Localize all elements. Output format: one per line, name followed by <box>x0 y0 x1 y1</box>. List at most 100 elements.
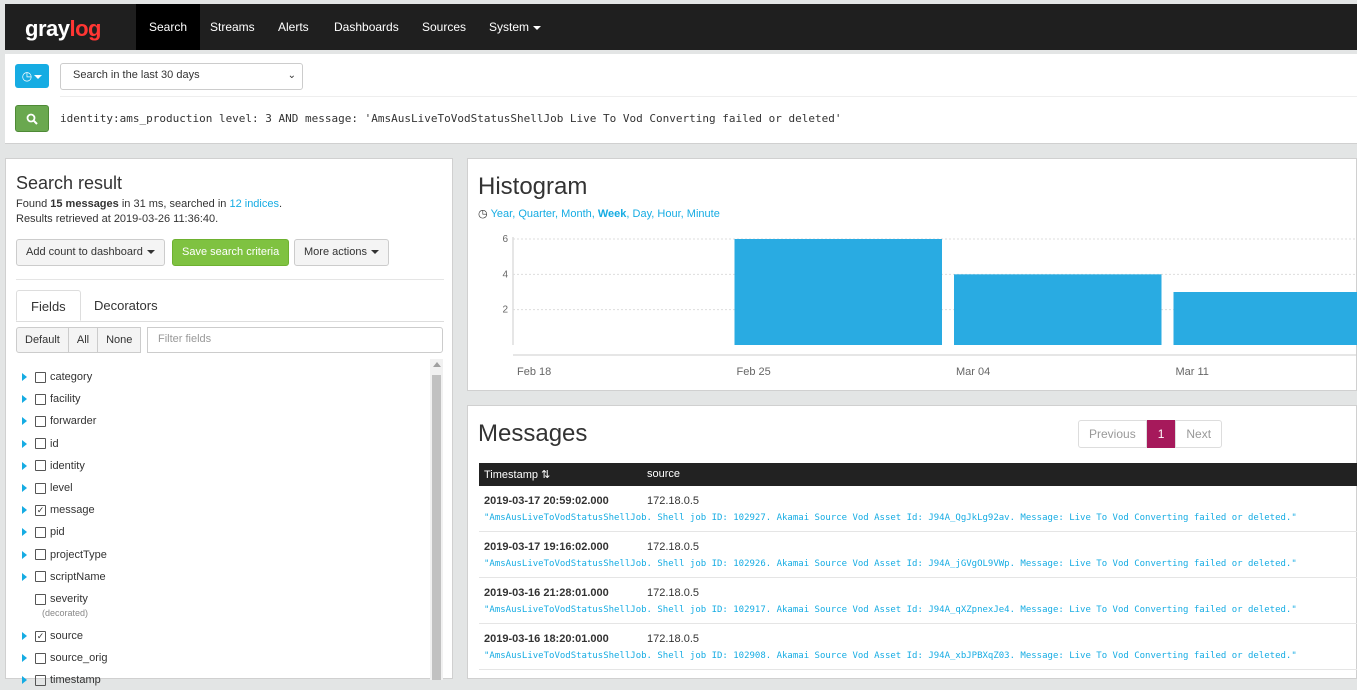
field-item[interactable]: timestamp <box>16 670 101 690</box>
save-search-criteria-button[interactable]: Save search criteria <box>172 239 289 266</box>
field-item[interactable]: severity <box>16 589 88 609</box>
scroll-up-icon[interactable] <box>433 362 441 367</box>
nav-system[interactable]: System <box>476 4 554 50</box>
field-item[interactable]: pid <box>16 522 65 542</box>
tab-decorators[interactable]: Decorators <box>80 290 172 321</box>
expand-triangle-icon[interactable] <box>22 440 27 448</box>
field-name[interactable]: category <box>50 371 92 383</box>
field-item[interactable]: category <box>16 367 92 387</box>
field-checkbox[interactable] <box>35 460 46 471</box>
field-name[interactable]: identity <box>50 460 85 472</box>
expand-triangle-icon[interactable] <box>22 654 27 662</box>
field-checkbox[interactable] <box>35 438 46 449</box>
field-checkbox[interactable]: ✓ <box>35 505 46 516</box>
message-body[interactable]: "AmsAusLiveToVodStatusShellJob. Shell jo… <box>484 605 1297 615</box>
nav-alerts[interactable]: Alerts <box>265 4 322 50</box>
resolution-day[interactable]: Day <box>633 208 652 220</box>
field-item[interactable]: ✓ message <box>16 500 95 520</box>
field-name[interactable]: facility <box>50 393 81 405</box>
field-checkbox[interactable] <box>35 483 46 494</box>
field-checkbox[interactable] <box>35 416 46 427</box>
pagination-next[interactable]: Next <box>1175 420 1222 448</box>
message-body[interactable]: "AmsAusLiveToVodStatusShellJob. Shell jo… <box>484 559 1297 569</box>
expand-triangle-icon[interactable] <box>22 632 27 640</box>
field-checkbox[interactable] <box>35 594 46 605</box>
table-row[interactable]: 2019-03-17 20:59:02.000172.18.0.5"AmsAus… <box>479 486 1357 532</box>
field-name[interactable]: timestamp <box>50 674 101 686</box>
field-name[interactable]: projectType <box>50 549 107 561</box>
add-count-to-dashboard-button[interactable]: Add count to dashboard <box>16 239 165 266</box>
search-submit-button[interactable] <box>15 105 49 132</box>
column-timestamp[interactable]: Timestamp ⇅ <box>484 468 550 481</box>
field-item[interactable]: identity <box>16 456 85 476</box>
scrollbar-thumb[interactable] <box>432 375 441 680</box>
field-checkbox[interactable] <box>35 549 46 560</box>
field-name[interactable]: source <box>50 630 83 642</box>
field-checkbox[interactable]: ✓ <box>35 631 46 642</box>
nav-search[interactable]: Search <box>136 4 200 50</box>
table-row[interactable]: 2019-03-17 19:16:02.000172.18.0.5"AmsAus… <box>479 532 1357 578</box>
field-item[interactable]: facility <box>16 389 81 409</box>
expand-triangle-icon[interactable] <box>22 551 27 559</box>
table-row[interactable]: 2019-03-16 21:28:01.000172.18.0.5"AmsAus… <box>479 578 1357 624</box>
pagination-page[interactable]: 1 <box>1147 420 1176 448</box>
expand-triangle-icon[interactable] <box>22 506 27 514</box>
field-name[interactable]: message <box>50 504 95 516</box>
nav-dashboards[interactable]: Dashboards <box>321 4 412 50</box>
graylog-logo[interactable]: graylog <box>25 16 101 42</box>
field-name[interactable]: source_orig <box>50 652 107 664</box>
field-checkbox[interactable] <box>35 527 46 538</box>
resolution-month[interactable]: Month <box>561 208 592 220</box>
expand-triangle-icon[interactable] <box>22 373 27 381</box>
expand-triangle-icon[interactable] <box>22 395 27 403</box>
resolution-quarter[interactable]: Quarter <box>518 208 555 220</box>
search-query-input[interactable]: identity:ams_production level: 3 AND mes… <box>60 112 841 125</box>
field-checkbox[interactable] <box>35 571 46 582</box>
message-body[interactable]: "AmsAusLiveToVodStatusShellJob. Shell jo… <box>484 651 1297 661</box>
field-item[interactable]: forwarder <box>16 411 96 431</box>
sort-icon[interactable]: ⇅ <box>541 469 550 481</box>
field-item[interactable]: source_orig <box>16 648 107 668</box>
field-list-scrollbar[interactable] <box>430 359 443 680</box>
field-item[interactable]: scriptName <box>16 567 106 587</box>
field-name[interactable]: id <box>50 438 59 450</box>
field-checkbox[interactable] <box>35 675 46 686</box>
indices-link[interactable]: 12 indices <box>229 198 279 210</box>
filter-default-button[interactable]: Default <box>17 328 69 352</box>
expand-triangle-icon[interactable] <box>22 484 27 492</box>
message-body[interactable]: "AmsAusLiveToVodStatusShellJob. Shell jo… <box>484 513 1297 523</box>
resolution-hour[interactable]: Hour <box>657 208 680 220</box>
time-range-select[interactable]: Search in the last 30 days⌄ <box>60 63 303 90</box>
column-source[interactable]: source <box>647 468 680 480</box>
resolution-minute[interactable]: Minute <box>687 208 720 220</box>
field-item[interactable]: projectType <box>16 545 107 565</box>
expand-triangle-icon[interactable] <box>22 676 27 684</box>
field-name[interactable]: forwarder <box>50 415 96 427</box>
resolution-week[interactable]: Week <box>598 208 627 220</box>
tab-fields[interactable]: Fields <box>16 290 81 321</box>
filter-all-button[interactable]: All <box>69 328 98 352</box>
field-item[interactable]: ✓ source <box>16 626 83 646</box>
table-row[interactable]: 2019-03-16 18:20:01.000172.18.0.5"AmsAus… <box>479 624 1357 670</box>
field-name[interactable]: scriptName <box>50 571 106 583</box>
expand-triangle-icon[interactable] <box>22 462 27 470</box>
more-actions-button[interactable]: More actions <box>294 239 389 266</box>
field-checkbox[interactable] <box>35 372 46 383</box>
field-item[interactable]: level <box>16 478 73 498</box>
expand-triangle-icon[interactable] <box>22 528 27 536</box>
filter-fields-input[interactable]: Filter fields <box>147 327 443 353</box>
expand-triangle-icon[interactable] <box>22 573 27 581</box>
field-name[interactable]: level <box>50 482 73 494</box>
field-checkbox[interactable] <box>35 394 46 405</box>
time-range-type-button[interactable]: ◷ <box>15 64 49 88</box>
resolution-year[interactable]: Year <box>491 208 513 220</box>
field-item[interactable]: id <box>16 434 59 454</box>
pagination-previous[interactable]: Previous <box>1078 420 1147 448</box>
filter-none-button[interactable]: None <box>98 328 140 352</box>
field-checkbox[interactable] <box>35 653 46 664</box>
field-name[interactable]: severity <box>50 593 88 605</box>
field-name[interactable]: pid <box>50 526 65 538</box>
nav-streams[interactable]: Streams <box>197 4 268 50</box>
expand-triangle-icon[interactable] <box>22 417 27 425</box>
nav-sources[interactable]: Sources <box>409 4 479 50</box>
